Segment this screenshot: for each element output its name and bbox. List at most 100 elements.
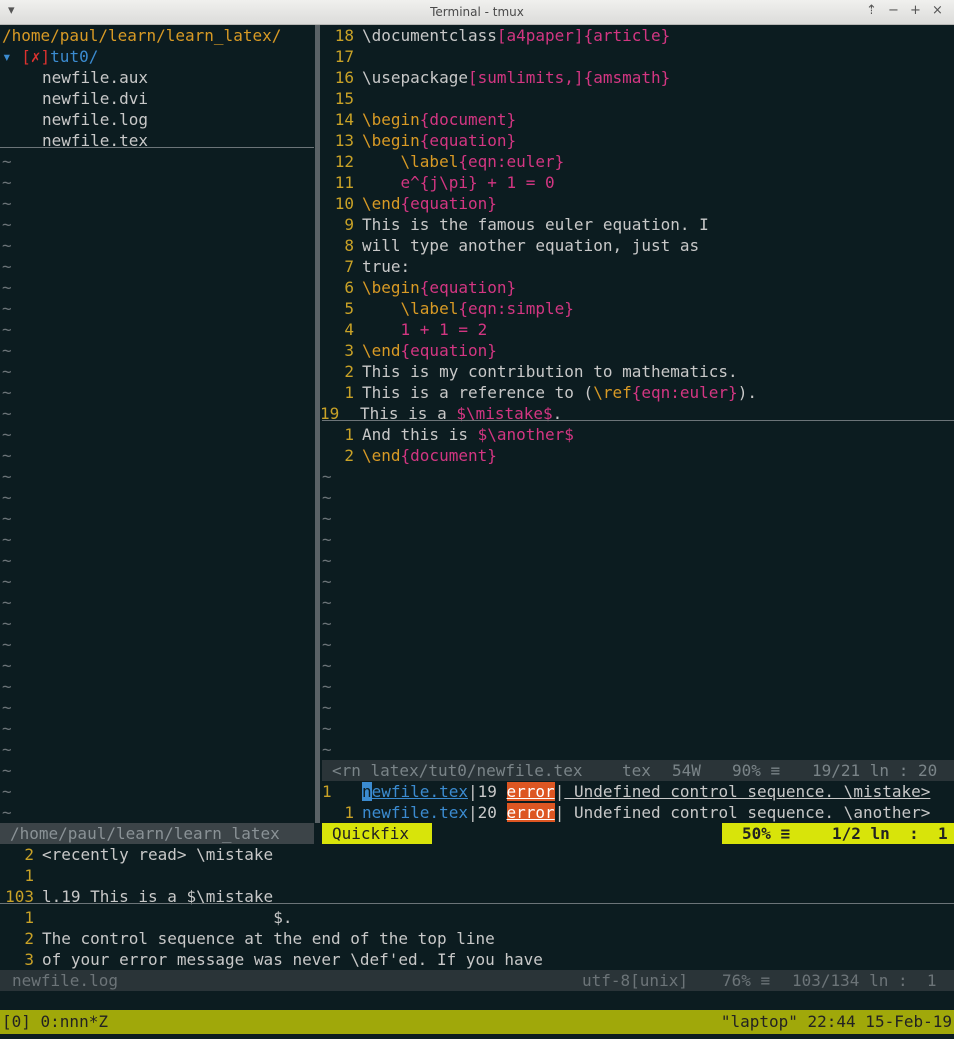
empty-line-marker: ~ — [322, 614, 332, 633]
empty-line-marker: ~ — [322, 488, 332, 507]
code-line[interactable]: 5 \label{eqn:simple} — [322, 298, 954, 319]
empty-line-marker: ~ — [2, 488, 12, 507]
editor-statusline: <rn latex/tut0/newfile.tex tex 54W 90% ≡ 19/… — [322, 760, 954, 781]
log-line[interactable]: 2 <recently read> \mistake — [2, 844, 954, 865]
qf-num: 1 — [344, 803, 354, 822]
line-number: 2 — [24, 845, 34, 864]
code-line[interactable]: 14 \begin{document} — [322, 109, 954, 130]
empty-line-marker: ~ — [2, 425, 12, 444]
log-status-file: newfile.log — [12, 971, 118, 990]
qf-type: error — [506, 782, 555, 801]
log-line[interactable]: 1 $. — [2, 907, 954, 928]
tree-folder[interactable]: ▾ [✗]tut0/ — [2, 46, 314, 67]
log-line[interactable]: 2 The control sequence at the end of the … — [2, 928, 954, 949]
code-line[interactable]: 16 \usepackage[sumlimits,]{amsmath} — [322, 67, 954, 88]
code-line[interactable]: 3 \end{equation} — [322, 340, 954, 361]
log-line[interactable]: 3 of your error message was never \def'ed… — [2, 949, 954, 970]
code-token: true: — [362, 257, 411, 276]
code-line[interactable]: 11 e^{j\pi} + 1 = 0 — [322, 172, 954, 193]
empty-line-marker: ~ — [2, 593, 12, 612]
quickfix-item[interactable]: 1 newfile.tex|19 error| Undefined control… — [322, 781, 954, 802]
terminal[interactable]: /home/paul/learn/learn_latex/ ▾ [✗]tut0/… — [0, 25, 954, 1039]
line-number: 10 — [334, 194, 354, 213]
code-line[interactable]: 13 \begin{equation} — [322, 130, 954, 151]
qf-num: 1 — [322, 782, 332, 801]
empty-line-marker: ~ — [2, 362, 12, 381]
window-title: Terminal - tmux — [430, 5, 524, 19]
tree-file[interactable]: newfile.aux — [42, 67, 354, 88]
code-token: ). — [737, 383, 757, 402]
code-token: \usepackage — [362, 68, 468, 87]
tree-status-path: /home/paul/learn/learn_latex — [10, 824, 280, 843]
code-line[interactable]: 7 true: — [322, 256, 954, 277]
log-text: The control sequence at the end of the t… — [42, 929, 495, 948]
empty-line-marker: ~ — [2, 194, 12, 213]
empty-line-marker: ~ — [322, 593, 332, 612]
code-line[interactable]: 9 This is the famous euler equation. I — [322, 214, 954, 235]
maximize-icon[interactable]: + — [910, 3, 921, 18]
quickfix-statusline: Quickfix 50% ≡ 1/2 ln : 1 — [322, 823, 954, 844]
code-line[interactable]: 12 \label{eqn:euler} — [322, 151, 954, 172]
empty-line-marker: ~ — [322, 677, 332, 696]
code-line[interactable]: 15 — [322, 88, 954, 109]
code-token: {equation} — [419, 278, 517, 297]
qf-file[interactable]: newfile.tex — [362, 782, 468, 801]
code-line[interactable]: 6 \begin{equation} — [322, 277, 954, 298]
empty-line-marker: ~ — [2, 257, 12, 276]
qf-cursor: n — [362, 782, 372, 801]
line-number: 16 — [334, 68, 354, 87]
minimize-icon[interactable]: − — [888, 3, 899, 18]
empty-line-marker: ~ — [2, 509, 12, 528]
log-status-encoding: utf-8[unix] — [582, 971, 688, 990]
code-token: {amsmath} — [583, 68, 671, 87]
empty-line-marker: ~ — [2, 236, 12, 255]
tree-file[interactable]: newfile.dvi — [42, 88, 354, 109]
empty-line-marker: ~ — [322, 740, 332, 759]
line-number: 12 — [334, 152, 354, 171]
window-up-icon[interactable]: ⇡ — [866, 3, 877, 18]
log-statusline: newfile.log utf-8[unix] 76% ≡ 103/134 ln : … — [0, 970, 954, 991]
line-number: 13 — [334, 131, 354, 150]
code-token: {eqn:simple} — [458, 299, 574, 318]
code-line[interactable]: 8 will type another equation, just as — [322, 235, 954, 256]
empty-line-marker: ~ — [2, 782, 12, 801]
vertical-split[interactable] — [315, 25, 320, 823]
line-number: 9 — [344, 215, 354, 234]
code-line[interactable]: 4 1 + 1 = 2 — [322, 319, 954, 340]
empty-line-marker: ~ — [2, 341, 12, 360]
code-token: 1 + 1 = 2 — [362, 320, 488, 339]
editor-status-words: 54W — [672, 761, 701, 780]
code-line[interactable]: 18 \documentclass[a4paper]{article} — [322, 25, 954, 46]
empty-line-marker: ~ — [2, 614, 12, 633]
code-line[interactable]: 2 \end{document} — [322, 445, 954, 466]
code-line[interactable]: 10 \end{equation} — [322, 193, 954, 214]
quickfix-label: Quickfix — [322, 823, 432, 844]
code-token: {equation} — [400, 194, 497, 213]
editor-status-percent: 90% ≡ — [732, 761, 781, 780]
qf-line: 20 — [477, 803, 497, 822]
code-token: {equation} — [400, 341, 497, 360]
tree-cursorline — [0, 147, 314, 148]
code-line[interactable]: 1 And this is $\another$ — [322, 424, 954, 445]
code-line[interactable]: 2 This is my contribution to mathematics. — [322, 361, 954, 382]
close-icon[interactable]: × — [932, 3, 943, 18]
code-token: \label — [362, 299, 459, 318]
quickfix-item[interactable]: 1 newfile.tex|20 error| Undefined control… — [322, 802, 954, 823]
editor-cursorline — [322, 420, 954, 421]
tmux-session[interactable]: [0] 0:nnn*Z — [2, 1012, 108, 1031]
code-token: {document} — [419, 110, 517, 129]
tree-file[interactable]: newfile.log — [42, 109, 354, 130]
log-text: of your error message was never \def'ed.… — [42, 950, 543, 969]
tree-statusline: /home/paul/learn/learn_latex — [0, 823, 314, 844]
empty-line-marker: ~ — [2, 383, 12, 402]
tree-root-path[interactable]: /home/paul/learn/learn_latex/ — [2, 25, 314, 46]
line-number: 1 — [24, 866, 34, 885]
qf-file[interactable]: newfile.tex — [362, 803, 468, 822]
code-line[interactable]: 17 — [322, 46, 954, 67]
code-line[interactable]: 1 This is a reference to (\ref{eqn:euler}… — [322, 382, 954, 403]
editor-status-filetype: tex — [622, 761, 651, 780]
qf-type: error — [506, 803, 555, 822]
qf-position: 1/2 ln : 1 — [832, 824, 948, 843]
empty-line-marker: ~ — [322, 698, 332, 717]
log-line[interactable]: 1 — [2, 865, 954, 886]
